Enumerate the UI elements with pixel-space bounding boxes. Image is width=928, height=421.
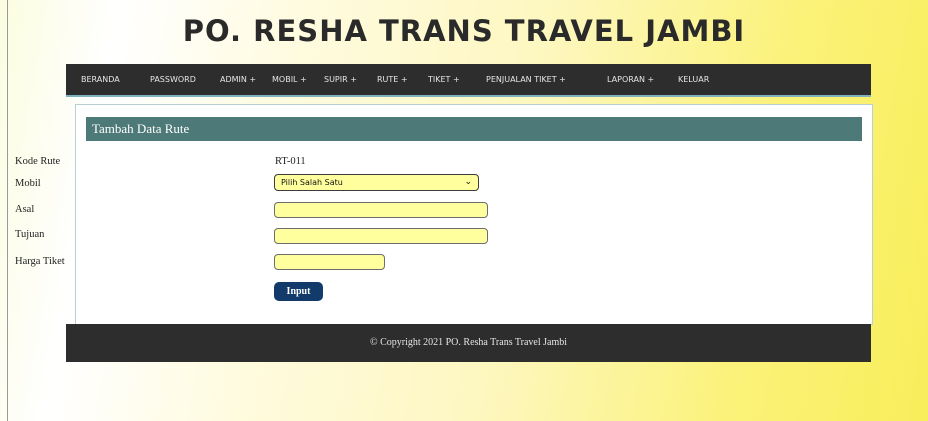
nav-item-rute[interactable]: RUTE + [377, 64, 408, 95]
mobil-label: Mobil [15, 178, 41, 189]
footer-copyright: © Copyright 2021 PO. Resha Trans Travel … [369, 337, 568, 348]
nav-item-password[interactable]: PASSWORD [150, 64, 196, 95]
section-title: Tambah Data Rute [86, 117, 862, 141]
harga-tiket-label: Harga Tiket [15, 256, 65, 267]
nav-item-mobil[interactable]: MOBIL + [272, 64, 307, 95]
nav-item-laporan[interactable]: LAPORAN + [607, 64, 654, 95]
nav-item-admin[interactable]: ADMIN + [220, 64, 256, 95]
kode-rute-value: RT-011 [275, 156, 306, 167]
kode-rute-label: Kode Rute [15, 156, 61, 167]
tujuan-input[interactable] [274, 228, 488, 244]
main-nav: BERANDA PASSWORD ADMIN + MOBIL + SUPIR +… [66, 64, 871, 97]
tujuan-label: Tujuan [15, 229, 45, 240]
asal-input[interactable] [274, 202, 488, 218]
input-button[interactable]: Input [274, 282, 323, 301]
mobil-select[interactable]: Pilih Salah Satu ⌄ [274, 174, 479, 191]
page-left-border [7, 0, 8, 421]
harga-tiket-input[interactable] [274, 254, 385, 270]
nav-item-beranda[interactable]: BERANDA [81, 64, 120, 95]
site-title: PO. RESHA TRANS TRAVEL JAMBI [182, 14, 746, 48]
chevron-down-icon: ⌄ [464, 177, 472, 187]
mobil-select-value: Pilih Salah Satu [281, 178, 343, 187]
footer: © Copyright 2021 PO. Resha Trans Travel … [66, 324, 871, 362]
nav-item-tiket[interactable]: TIKET + [428, 64, 460, 95]
asal-label: Asal [15, 204, 35, 215]
nav-item-supir[interactable]: SUPIR + [324, 64, 357, 95]
nav-item-keluar[interactable]: KELUAR [678, 64, 709, 95]
nav-item-penjualan-tiket[interactable]: PENJUALAN TIKET + [486, 64, 566, 95]
